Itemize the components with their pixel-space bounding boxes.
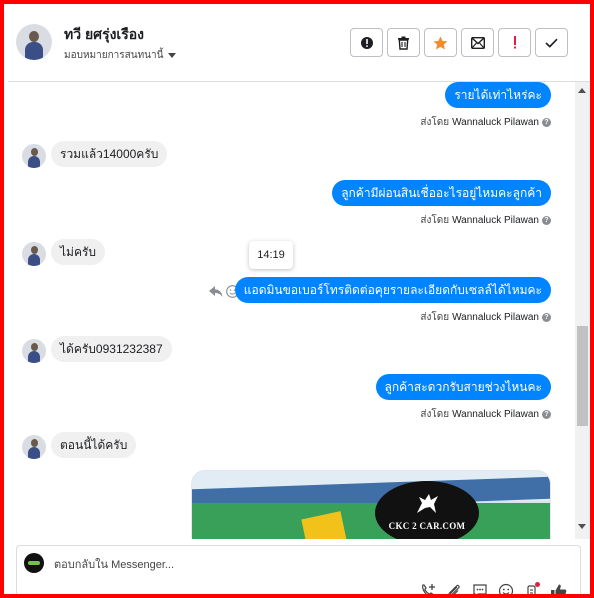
notification-dot [535, 582, 540, 587]
contact-avatar[interactable] [16, 24, 52, 60]
scroll-thumb[interactable] [577, 326, 588, 426]
dealer-logo: CKC 2 CAR.COM [375, 481, 479, 539]
emoji-button[interactable] [497, 582, 515, 594]
like-button[interactable] [549, 582, 567, 594]
bot-button[interactable] [523, 582, 541, 594]
sent-by-label: ส่งโดย Wannaluck Pilawan ? [420, 213, 551, 228]
app-frame: ทวี ยศรุ่งเรือง มอบหมายการสนทนานี้ รายได… [0, 0, 594, 598]
mark-unread-icon [470, 36, 485, 49]
star-button[interactable] [424, 28, 457, 57]
reply-composer [16, 545, 581, 594]
follow-up-button[interactable] [498, 28, 531, 57]
delete-button[interactable] [387, 28, 420, 57]
contact-name[interactable]: ทวี ยศรุ่งเรือง [64, 24, 144, 46]
contact-avatar-small [22, 435, 46, 459]
check-icon [545, 38, 558, 48]
logo-text: CKC 2 CAR.COM [388, 521, 466, 531]
message-thread[interactable]: รายได้เท่าไหร่คะ ส่งโดย Wannaluck Pilawa… [8, 82, 590, 539]
mark-unread-button[interactable] [461, 28, 494, 57]
outgoing-message[interactable]: ลูกค้ามีผ่อนสินเชื่ออะไรอยู่ไหมคะลูกค้า [332, 180, 551, 206]
help-icon[interactable]: ? [542, 313, 551, 322]
saved-reply-icon [473, 584, 487, 594]
attachment-icon [448, 584, 460, 594]
trash-icon [398, 36, 409, 50]
conversation-header: ทวี ยศรุ่งเรือง มอบหมายการสนทนานี้ [8, 8, 590, 82]
sent-by-label: ส่งโดย Wannaluck Pilawan ? [420, 407, 551, 422]
help-icon[interactable]: ? [542, 118, 551, 127]
reply-icon[interactable] [209, 285, 223, 298]
spam-button[interactable] [350, 28, 383, 57]
contact-avatar-small [22, 144, 46, 168]
scroll-down-arrow[interactable] [578, 524, 586, 529]
sent-by-label: ส่งโดย Wannaluck Pilawan ? [420, 115, 551, 130]
reply-input[interactable] [54, 557, 534, 573]
help-icon[interactable]: ? [542, 216, 551, 225]
star-icon [433, 36, 448, 49]
timestamp-tooltip: 14:19 [249, 241, 293, 269]
page-avatar [24, 553, 44, 573]
assign-conversation-dropdown[interactable]: มอบหมายการสนทนานี้ [64, 48, 177, 63]
sent-by-label: ส่งโดย Wannaluck Pilawan ? [420, 310, 551, 325]
contact-avatar-small [22, 339, 46, 363]
incoming-message[interactable]: ได้ครับ0931232387 [51, 336, 172, 362]
scroll-up-arrow[interactable] [578, 88, 586, 93]
outgoing-message[interactable]: แอดมินขอเบอร์โทรติดต่อคุยรายละเอียดกับเซ… [234, 277, 551, 303]
incoming-message[interactable]: ตอนนี้ได้ครับ [51, 432, 137, 458]
attachment-button[interactable] [445, 582, 463, 594]
add-contact-icon [422, 584, 435, 594]
emoji-icon [498, 583, 514, 594]
like-icon [550, 584, 566, 594]
composer-tools [419, 582, 567, 594]
winged-horse-icon [417, 494, 438, 513]
alert-circle-icon [360, 36, 373, 49]
chat-scrollbar[interactable] [575, 82, 590, 539]
contact-avatar-small [22, 242, 46, 266]
caret-down-icon [168, 53, 177, 58]
incoming-message[interactable]: รวมแล้ว14000ครับ [51, 141, 168, 167]
image-attachment[interactable]: CKC 2 CAR.COM [191, 470, 551, 539]
assign-label: มอบหมายการสนทนานี้ [64, 50, 164, 61]
incoming-message[interactable]: ไม่ครับ [51, 239, 106, 265]
header-actions [350, 28, 568, 57]
add-contact-button[interactable] [419, 582, 437, 594]
mark-done-button[interactable] [535, 28, 568, 57]
exclamation-icon [513, 36, 516, 49]
outgoing-message[interactable]: รายได้เท่าไหร่คะ [445, 82, 551, 108]
outgoing-message[interactable]: ลูกค้าสะดวกรับสายช่วงไหนคะ [375, 374, 551, 400]
saved-reply-button[interactable] [471, 582, 489, 594]
help-icon[interactable]: ? [542, 410, 551, 419]
